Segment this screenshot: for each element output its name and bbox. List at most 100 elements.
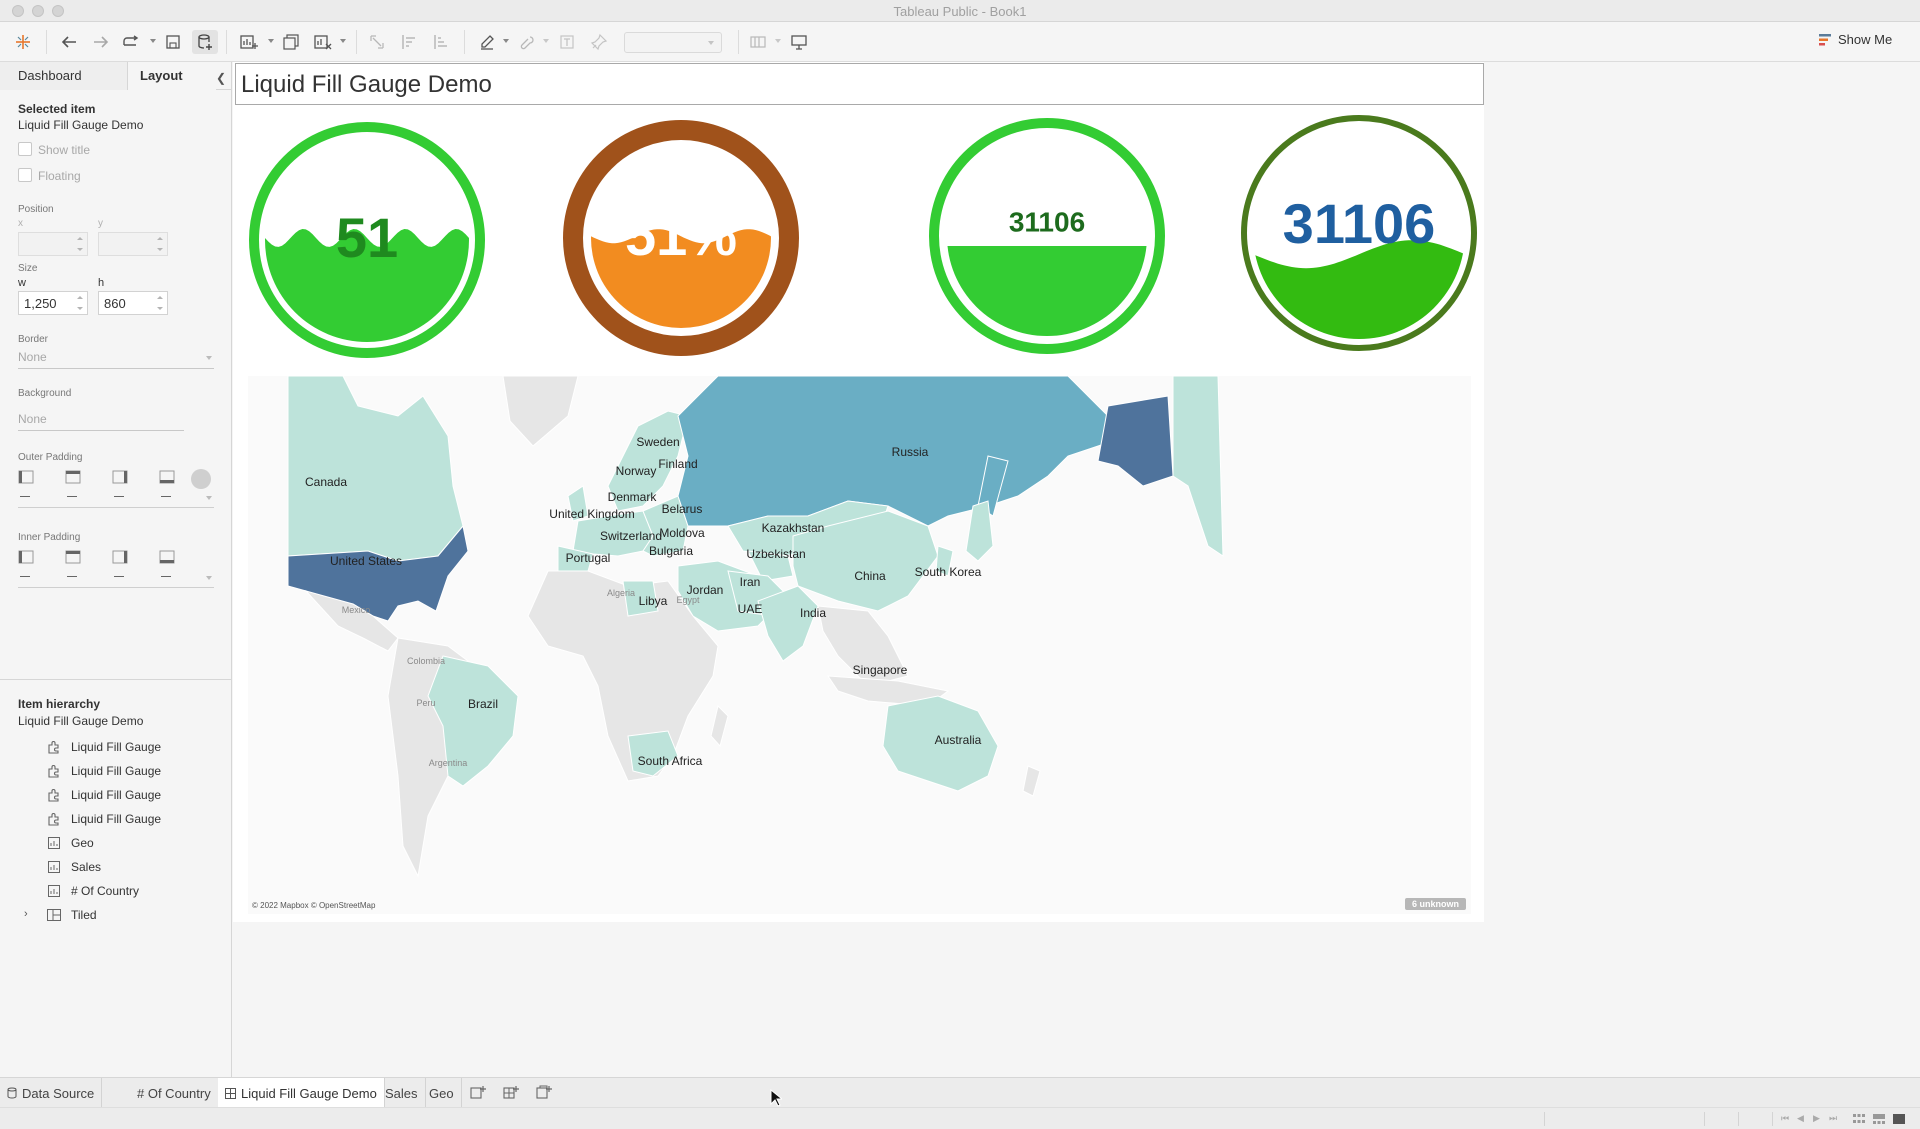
hierarchy-item[interactable]: Sales <box>46 857 101 877</box>
position-y-field[interactable] <box>98 232 168 256</box>
world-map-shapes <box>287 376 1224 878</box>
pad-top-icon <box>65 550 81 564</box>
save-icon[interactable] <box>160 30 186 54</box>
pane-divider[interactable] <box>0 679 231 680</box>
liquid-fill-gauge-4[interactable]: 31106 <box>1239 113 1479 353</box>
sort-ascending-icon[interactable] <box>396 30 422 54</box>
show-me-icon <box>1819 33 1831 45</box>
tab-liquid-fill-gauge-demo[interactable]: Liquid Fill Gauge Demo <box>218 1078 385 1108</box>
pad-top-icon <box>65 470 81 484</box>
show-me-button[interactable]: Show Me <box>1818 32 1892 47</box>
clear-sheet-icon[interactable] <box>310 30 336 54</box>
height-value: 860 <box>104 296 126 311</box>
tab-liquid-fill-gauge-demo-label: Liquid Fill Gauge Demo <box>241 1085 377 1101</box>
fit-dropdown[interactable] <box>624 32 722 53</box>
hierarchy-root[interactable]: Liquid Fill Gauge Demo <box>18 714 143 728</box>
redo-loop-icon[interactable] <box>118 30 144 54</box>
first-sheet-nav-icon[interactable]: ⏮ <box>1781 1113 1789 1124</box>
height-field[interactable]: 860 <box>98 291 168 315</box>
show-me-label: Show Me <box>1838 32 1893 47</box>
next-sheet-nav-icon[interactable]: ▶ <box>1813 1113 1820 1124</box>
liquid-fill-gauge-2[interactable]: 51% <box>561 118 801 358</box>
sort-descending-icon[interactable] <box>428 30 454 54</box>
pad-bottom-icon <box>159 470 175 484</box>
show-cards-icon[interactable] <box>746 30 772 54</box>
expand-tiled-icon[interactable]: › <box>24 908 28 920</box>
collapse-pane-icon[interactable]: ❮ <box>216 71 226 85</box>
sheet-icon <box>46 884 62 898</box>
highlight-pen-icon[interactable] <box>474 30 500 54</box>
floating-checkbox[interactable] <box>18 168 32 182</box>
floating-label: Floating <box>38 169 81 183</box>
map-country-label: Portugal <box>565 551 611 565</box>
hierarchy-item[interactable]: Liquid Fill Gauge <box>46 809 161 829</box>
hierarchy-item[interactable]: Tiled <box>46 905 97 925</box>
dashboard-grid-icon <box>225 1087 236 1099</box>
hierarchy-item[interactable]: # Of Country <box>46 881 139 901</box>
unknown-indicator-badge[interactable]: 6 unknown <box>1405 898 1466 910</box>
map-country-label: Brazil <box>467 697 499 711</box>
tab-geo[interactable]: Geo <box>422 1078 462 1108</box>
dashboard-title[interactable]: Liquid Fill Gauge Demo <box>235 63 1484 105</box>
dashboard: Liquid Fill Gauge Demo 51 51% 31106 3110… <box>233 62 1484 922</box>
fix-axes-pin-icon[interactable] <box>586 30 612 54</box>
sheet-sorter-icon[interactable] <box>1853 1114 1865 1124</box>
new-dashboard-tab-icon[interactable] <box>502 1084 520 1102</box>
new-data-source-icon[interactable] <box>192 30 218 54</box>
map-country-label: United States <box>329 554 403 568</box>
border-value: None <box>18 350 47 364</box>
map-region-canada-east <box>1172 376 1224 557</box>
tab-sales[interactable]: Sales <box>378 1078 426 1108</box>
show-title-checkbox[interactable] <box>18 142 32 156</box>
filmstrip-icon[interactable] <box>1873 1114 1885 1124</box>
hierarchy-item-label: Liquid Fill Gauge <box>71 764 162 778</box>
hierarchy-item[interactable]: Geo <box>46 833 94 853</box>
back-arrow-icon[interactable] <box>56 30 82 54</box>
x-label: x <box>18 218 23 229</box>
forward-arrow-icon[interactable] <box>88 30 114 54</box>
tabs-view-icon[interactable] <box>1893 1114 1905 1124</box>
tab-data-source[interactable]: Data Source <box>0 1078 103 1108</box>
map-basemap-label: Mexico <box>341 605 371 615</box>
sheet-icon <box>46 860 62 874</box>
hierarchy-item-label: Geo <box>71 836 94 850</box>
presentation-mode-icon[interactable] <box>786 30 812 54</box>
tab-sales-label: Sales <box>385 1085 418 1101</box>
prev-sheet-nav-icon[interactable]: ◀ <box>1797 1113 1804 1124</box>
hierarchy-item[interactable]: Liquid Fill Gauge <box>46 737 161 757</box>
map-country-label: Singapore <box>852 663 908 677</box>
tab-of-country[interactable]: # Of Country <box>130 1078 219 1108</box>
new-story-tab-icon[interactable] <box>535 1084 553 1102</box>
border-dropdown[interactable]: None <box>18 347 214 369</box>
new-worksheet-tab-icon[interactable] <box>469 1084 487 1102</box>
liquid-fill-gauge-3[interactable]: 31106 <box>927 116 1167 356</box>
swap-rows-columns-icon[interactable] <box>364 30 390 54</box>
pane-tabs: Dashboard Layout ❮ <box>0 62 231 90</box>
tab-layout[interactable]: Layout <box>128 62 216 90</box>
show-mark-labels-icon[interactable] <box>554 30 580 54</box>
duplicate-sheet-icon[interactable] <box>278 30 304 54</box>
selected-item-heading: Selected item <box>18 102 96 116</box>
hierarchy-item-label: Tiled <box>71 908 97 922</box>
last-sheet-nav-icon[interactable]: ⏭ <box>1829 1113 1837 1124</box>
hierarchy-item[interactable]: Liquid Fill Gauge <box>46 785 161 805</box>
map-country-label: Norway <box>615 464 657 478</box>
pad-right-icon <box>112 470 128 484</box>
new-worksheet-icon[interactable] <box>236 30 262 54</box>
window-title-bar: Tableau Public - Book1 <box>0 0 1920 22</box>
inner-padding-controls[interactable] <box>18 550 214 588</box>
tableau-logo-icon[interactable] <box>10 30 36 54</box>
width-field[interactable]: 1,250 <box>18 291 88 315</box>
hierarchy-item[interactable]: Liquid Fill Gauge <box>46 761 161 781</box>
group-members-icon[interactable] <box>514 30 540 54</box>
position-x-field[interactable] <box>18 232 88 256</box>
tab-dashboard[interactable]: Dashboard <box>0 62 128 90</box>
window-title: Tableau Public - Book1 <box>893 4 1027 19</box>
pad-left-icon <box>18 470 34 484</box>
geo-map[interactable]: Russia Canada United States Sweden Finland No… <box>248 376 1471 914</box>
liquid-fill-gauge-1[interactable]: 51 <box>247 120 487 360</box>
map-region-new-zealand <box>1022 765 1041 797</box>
background-field[interactable]: None <box>18 409 184 431</box>
map-basemap-label: Algeria <box>606 588 636 598</box>
outer-padding-controls[interactable] <box>18 470 214 508</box>
